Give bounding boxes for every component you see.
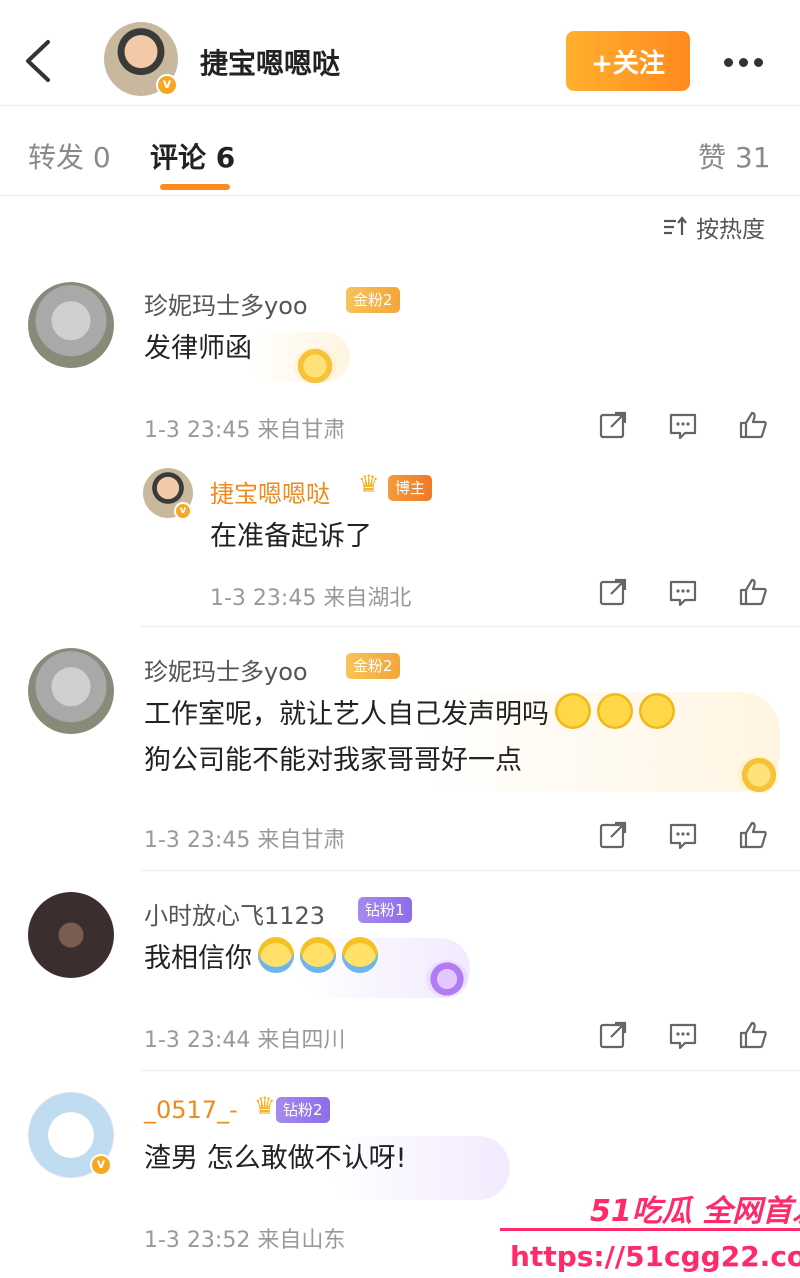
crying-emoji-icon <box>258 937 294 973</box>
sort-icon <box>664 216 687 235</box>
reply-meta: 1-3 23:45 来自湖北 <box>210 580 411 612</box>
fan-badge: 金粉2 <box>346 653 400 679</box>
avatar[interactable] <box>28 282 114 368</box>
share-icon[interactable] <box>578 1018 648 1052</box>
comment-text: 发律师函 <box>144 333 252 364</box>
comment-location: 来自四川 <box>257 1028 346 1053</box>
emoji-icon <box>639 693 675 729</box>
fan-badge: 金粉2 <box>346 287 400 313</box>
tab-repost[interactable]: 转发 0 <box>28 136 111 176</box>
reply-icon[interactable] <box>648 1018 718 1052</box>
comment-actions <box>578 818 788 852</box>
reply-icon[interactable] <box>648 818 718 852</box>
verified-icon: v <box>156 74 178 96</box>
watermark-url: https://51cgg22.com <box>510 1240 800 1273</box>
top-bar: v 捷宝嗯嗯哒 +关注 <box>0 0 800 106</box>
tab-likes[interactable]: 赞 31 <box>698 136 771 176</box>
sort-label: 按热度 <box>696 217 765 243</box>
comment-meta: 1-3 23:45 来自甘肃 <box>144 412 345 444</box>
avatar[interactable] <box>28 892 114 978</box>
like-icon[interactable] <box>718 818 788 852</box>
fan-badge: 钻粉1 <box>358 897 412 923</box>
reply-actions <box>578 575 788 609</box>
share-icon[interactable] <box>578 408 648 442</box>
comment-location: 来自甘肃 <box>257 828 346 853</box>
comment-time: 1-3 23:45 <box>144 418 251 443</box>
like-icon[interactable] <box>718 408 788 442</box>
sort-button[interactable]: 按热度 <box>662 210 765 244</box>
comment-time: 1-3 23:52 <box>144 1228 251 1253</box>
comment-item: 珍妮玛士多yoo 金粉2 工作室呢，就让艺人自己发声明吗 狗公司能不能对我家哥哥… <box>0 636 800 866</box>
comment-actions <box>578 408 788 442</box>
reply-time: 1-3 23:45 <box>210 586 317 611</box>
emoji-icon <box>555 693 591 729</box>
divider <box>140 870 800 871</box>
fan-badge: 钻粉2 <box>276 1097 330 1123</box>
like-icon[interactable] <box>718 1018 788 1052</box>
comment-text-line-1: 工作室呢，就让艺人自己发声明吗 <box>144 692 675 738</box>
watermark-line <box>500 1228 800 1231</box>
back-icon[interactable] <box>20 36 60 86</box>
comment-username[interactable]: 珍妮玛士多yoo <box>144 652 308 687</box>
gold-fan-icon <box>738 756 780 794</box>
tab-bar: 转发 0 评论 6 赞 31 <box>0 106 800 196</box>
author-name[interactable]: 捷宝嗯嗯哒 <box>200 42 340 82</box>
tab-active-indicator <box>160 184 230 190</box>
gold-fan-icon <box>294 347 336 385</box>
comment-meta: 1-3 23:44 来自四川 <box>144 1022 345 1054</box>
diamond-fan-icon <box>426 960 468 998</box>
share-icon[interactable] <box>578 818 648 852</box>
comment-username[interactable]: _0517_- <box>144 1096 238 1124</box>
host-badge: 博主 <box>388 475 433 501</box>
avatar[interactable] <box>28 648 114 734</box>
comment-username[interactable]: 珍妮玛士多yoo <box>144 286 308 321</box>
comment-text: 渣男 怎么敢做不认呀! <box>144 1143 407 1174</box>
divider <box>140 626 800 627</box>
comment-time: 1-3 23:45 <box>144 828 251 853</box>
crying-emoji-icon <box>300 937 336 973</box>
verified-icon: v <box>174 502 192 520</box>
reply-text: 在准备起诉了 <box>210 521 372 552</box>
comment-time: 1-3 23:44 <box>144 1028 251 1053</box>
comment-item: 珍妮玛士多yoo 金粉2 发律师函 1-3 23:45 来自甘肃 v 捷宝嗯嗯哒… <box>0 270 800 630</box>
reply-username[interactable]: 捷宝嗯嗯哒 <box>210 474 330 509</box>
comment-meta: 1-3 23:52 来自山东 <box>144 1222 345 1254</box>
reply-location: 来自湖北 <box>323 586 412 611</box>
verified-icon: v <box>90 1154 112 1176</box>
crown-icon: ♛ <box>358 470 380 498</box>
crying-emoji-icon <box>342 937 378 973</box>
reply-icon[interactable] <box>648 408 718 442</box>
emoji-icon <box>597 693 633 729</box>
comment-actions <box>578 1018 788 1052</box>
comment-username[interactable]: 小时放心飞1123 <box>144 896 325 931</box>
comment-location: 来自甘肃 <box>257 418 346 443</box>
like-icon[interactable] <box>718 575 788 609</box>
crown-icon: ♛ <box>254 1092 276 1120</box>
comment-location: 来自山东 <box>257 1228 346 1253</box>
comment-meta: 1-3 23:45 来自甘肃 <box>144 822 345 854</box>
comment-text-line-2: 狗公司能不能对我家哥哥好一点 <box>144 745 522 776</box>
comment-item: 小时放心飞1123 钻粉1 我相信你 1-3 23:44 来自四川 <box>0 880 800 1070</box>
share-icon[interactable] <box>578 575 648 609</box>
divider <box>140 1070 800 1071</box>
more-icon[interactable] <box>724 52 772 72</box>
follow-button[interactable]: +关注 <box>566 31 690 91</box>
tab-comments[interactable]: 评论 6 <box>150 136 235 176</box>
watermark-title: 51吃瓜 全网首发 <box>590 1194 800 1229</box>
reply-icon[interactable] <box>648 575 718 609</box>
comment-text: 我相信你 <box>144 936 378 982</box>
